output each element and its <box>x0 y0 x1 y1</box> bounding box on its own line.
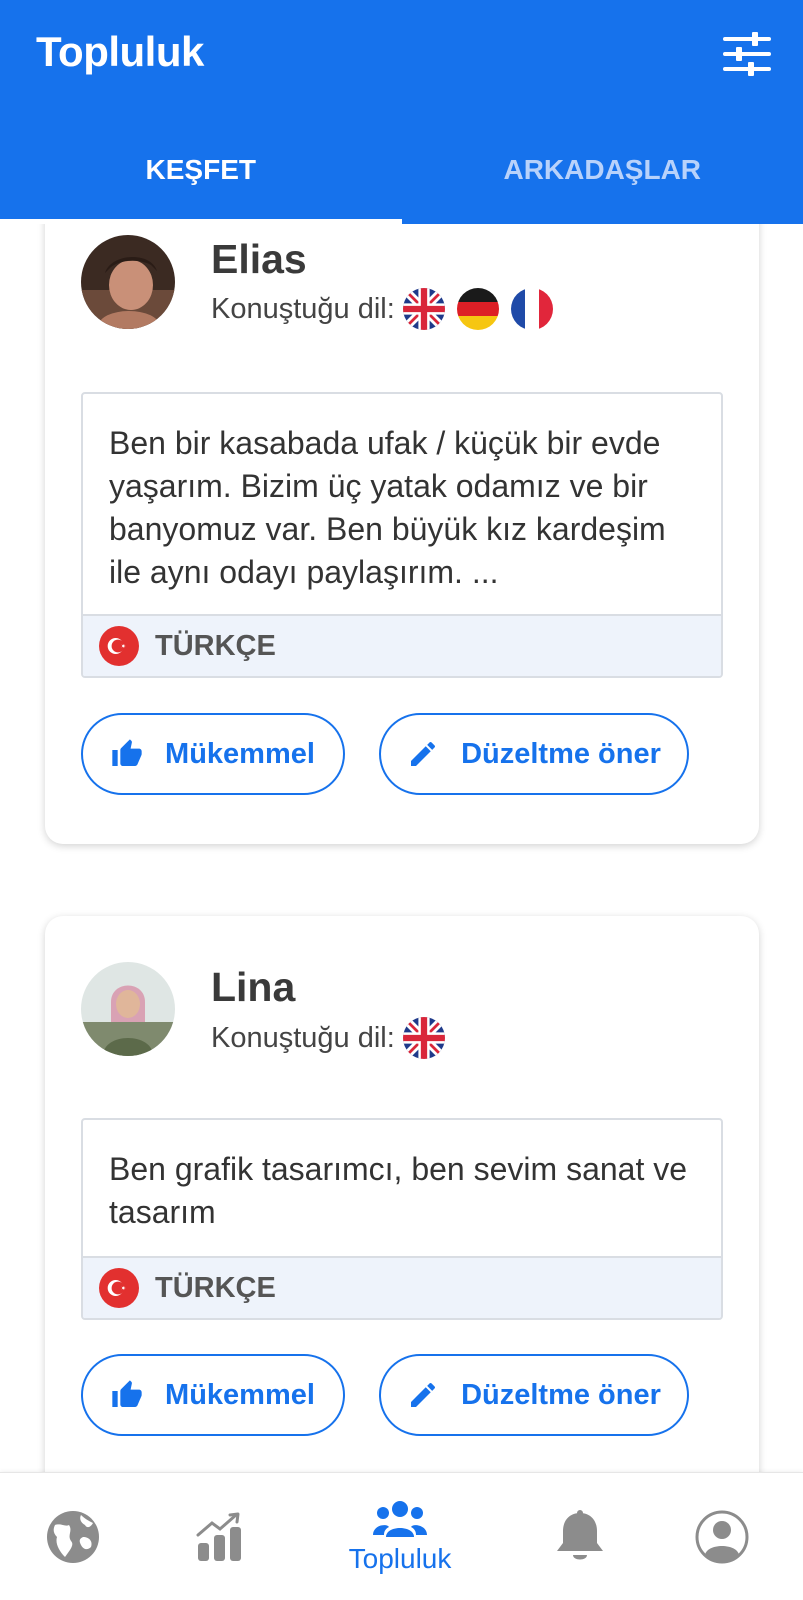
thumbs-up-icon <box>111 1379 143 1411</box>
france-flag-icon <box>511 288 553 330</box>
page-title: Topluluk <box>36 28 204 75</box>
avatar[interactable] <box>81 235 175 329</box>
tab-indicator <box>0 219 402 224</box>
post-content[interactable]: Ben grafik tasarımcı, ben sevim sanat ve… <box>81 1118 723 1320</box>
nav-item-community[interactable]: Topluluk <box>330 1473 470 1600</box>
bottom-navigation: Topluluk <box>0 1472 803 1600</box>
tab-bar: KEŞFET ARKADAŞLAR <box>0 132 803 224</box>
like-button-label: Mükemmel <box>165 737 315 770</box>
post-card: Elias Konuştuğu dil: Ben bir kasabada uf… <box>45 224 759 844</box>
post-language-label: TÜRKÇE <box>155 1271 276 1304</box>
post-language: TÜRKÇE <box>83 614 721 676</box>
pencil-icon <box>407 738 439 770</box>
post-text: Ben grafik tasarımcı, ben sevim sanat ve… <box>109 1151 688 1230</box>
post-card: Lina Konuştuğu dil: Ben grafik tasarımcı… <box>45 916 759 1472</box>
languages-label: Konuştuğu dil: <box>211 1021 395 1054</box>
like-button[interactable]: Mükemmel <box>81 1354 345 1436</box>
avatar[interactable] <box>81 962 175 1056</box>
spoken-languages: Konuştuğu dil: <box>211 288 553 330</box>
thumbs-up-icon <box>111 738 143 770</box>
suggest-correction-button[interactable]: Düzeltme öner <box>379 713 689 795</box>
tab-arkadaslar[interactable]: ARKADAŞLAR <box>402 132 803 224</box>
post-content[interactable]: Ben bir kasabada ufak / küçük bir evde y… <box>81 392 723 678</box>
suggest-correction-label: Düzeltme öner <box>461 737 661 770</box>
turkey-flag-icon <box>99 1268 139 1308</box>
nav-item-profile[interactable] <box>682 1473 762 1600</box>
post-text: Ben bir kasabada ufak / küçük bir evde y… <box>109 425 666 590</box>
profile-icon <box>695 1510 749 1564</box>
pencil-icon <box>407 1379 439 1411</box>
nav-item-globe[interactable] <box>30 1473 116 1600</box>
user-name[interactable]: Elias <box>211 236 307 283</box>
post-language-label: TÜRKÇE <box>155 629 276 662</box>
suggest-correction-label: Düzeltme öner <box>461 1378 661 1411</box>
turkey-flag-icon <box>99 626 139 666</box>
uk-flag-icon <box>403 288 445 330</box>
suggest-correction-button[interactable]: Düzeltme öner <box>379 1354 689 1436</box>
app-bar: Topluluk KEŞFET ARKADAŞLAR <box>0 0 803 224</box>
stats-icon <box>196 1512 241 1561</box>
nav-item-stats[interactable] <box>175 1473 265 1600</box>
tab-kesfet[interactable]: KEŞFET <box>0 132 402 224</box>
spoken-languages: Konuştuğu dil: <box>211 1017 445 1059</box>
user-name[interactable]: Lina <box>211 964 295 1011</box>
germany-flag-icon <box>457 288 499 330</box>
nav-item-label: Topluluk <box>348 1543 452 1574</box>
like-button[interactable]: Mükemmel <box>81 713 345 795</box>
globe-icon <box>47 1511 99 1563</box>
sliders-icon <box>723 32 771 76</box>
nav-item-notifications[interactable] <box>540 1473 620 1600</box>
bell-icon <box>557 1510 603 1560</box>
like-button-label: Mükemmel <box>165 1378 315 1411</box>
languages-label: Konuştuğu dil: <box>211 292 395 325</box>
filter-button[interactable] <box>722 30 772 78</box>
community-feed[interactable]: Elias Konuştuğu dil: Ben bir kasabada uf… <box>0 224 803 1472</box>
community-icon <box>373 1501 427 1537</box>
uk-flag-icon <box>403 1017 445 1059</box>
post-language: TÜRKÇE <box>83 1256 721 1318</box>
